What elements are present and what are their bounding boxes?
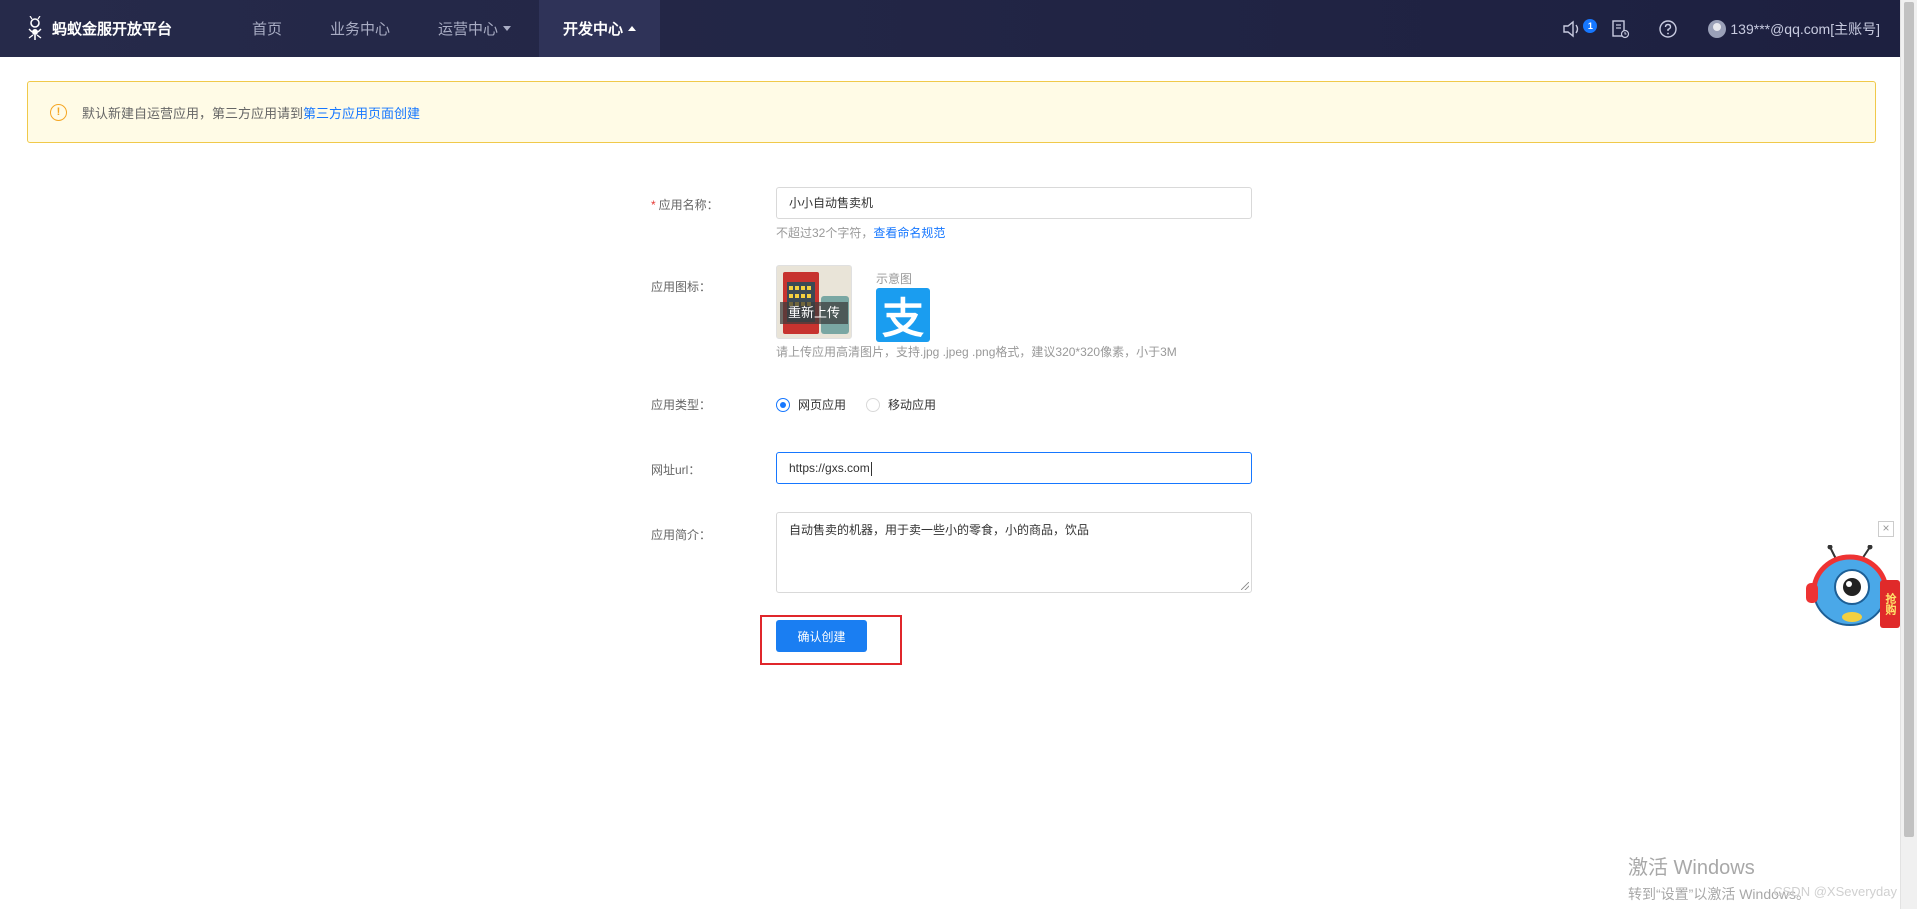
logo-text: 蚂蚁金服开放平台 [52,21,173,38]
nav-business-center[interactable]: 业务中心 [310,0,410,57]
radio-mobile-app[interactable]: 移动应用 [866,396,936,413]
alipay-sample-icon: 支 [876,288,930,343]
app-icon-hint: 请上传应用高清图片，支持.jpg .jpeg .png格式，建议320*320像… [776,345,1177,359]
top-navigation-bar: 蚂蚁金服开放平台 首页 业务中心 运营中心 开发中心 1 139***@qq.c… [0,0,1900,57]
flash-sale-tag[interactable]: 抢购 [1880,580,1900,628]
info-icon: ! [50,103,67,121]
annotation-highlight-box [760,615,902,665]
page-scrollbar[interactable] [1900,0,1917,909]
nav-dev-center[interactable]: 开发中心 [539,0,661,57]
app-name-input[interactable]: 小小自动售卖机 [776,187,1252,219]
float-close-button[interactable]: × [1878,521,1894,537]
required-mark: * [651,198,656,212]
notification-badge: 1 [1583,18,1598,33]
app-icon-upload[interactable]: 重新上传 [776,265,852,339]
header-actions: 1 139***@qq.com[主账号] [1534,0,1880,57]
main-nav: 首页 业务中心 运营中心 开发中心 [232,0,668,57]
scrollbar-thumb[interactable] [1904,2,1914,837]
radio-unchecked-icon [866,397,881,412]
notification-button[interactable]: 1 [1562,18,1598,38]
app-name-label: * 应用名称： [651,198,719,212]
text-cursor [870,461,872,476]
app-description-label: 应用简介： [651,528,712,542]
docs-button[interactable] [1610,19,1630,39]
radio-checked-icon [776,397,790,412]
caret-down-icon [503,26,512,31]
user-account-menu[interactable]: 139***@qq.com[主账号] [1708,19,1880,39]
radio-web-app[interactable]: 网页应用 [776,396,846,413]
app-type-radio-group: 网页应用 移动应用 [776,396,956,413]
notice-text: 默认新建自运营应用，第三方应用请到 [82,105,304,121]
blog-watermark: CSDN @XSeveryday [1773,884,1897,899]
help-button[interactable] [1658,19,1678,39]
nav-operation-center[interactable]: 运营中心 [418,0,531,57]
reupload-button[interactable]: 重新上传 [780,302,848,324]
caret-up-icon [628,26,637,31]
notice-banner: ! 默认新建自运营应用，第三方应用请到 第三方应用页面创建 [27,81,1876,143]
platform-logo[interactable]: 蚂蚁金服开放平台 [24,0,172,57]
app-name-hint: 不超过32个字符，查看命名规范 [776,226,946,240]
speaker-icon [1563,20,1579,37]
app-icon-label: 应用图标： [651,280,712,294]
third-party-app-link[interactable]: 第三方应用页面创建 [303,103,420,122]
ant-logo-icon [28,15,42,40]
nav-home[interactable]: 首页 [232,0,302,57]
app-type-label: 应用类型： [651,398,712,412]
avatar [1708,19,1727,38]
user-email: 139***@qq.com[主账号] [1730,20,1880,37]
url-input[interactable]: https://gxs.com [776,452,1252,484]
document-icon [1612,19,1630,38]
url-label: 网址url： [651,463,701,477]
naming-rules-link[interactable]: 查看命名规范 [873,226,945,240]
resize-handle-icon[interactable] [1241,582,1249,590]
help-icon [1659,19,1678,38]
app-description-textarea[interactable]: 自动售卖的机器，用于卖一些小的零食，小的商品，饮品 [776,512,1252,593]
